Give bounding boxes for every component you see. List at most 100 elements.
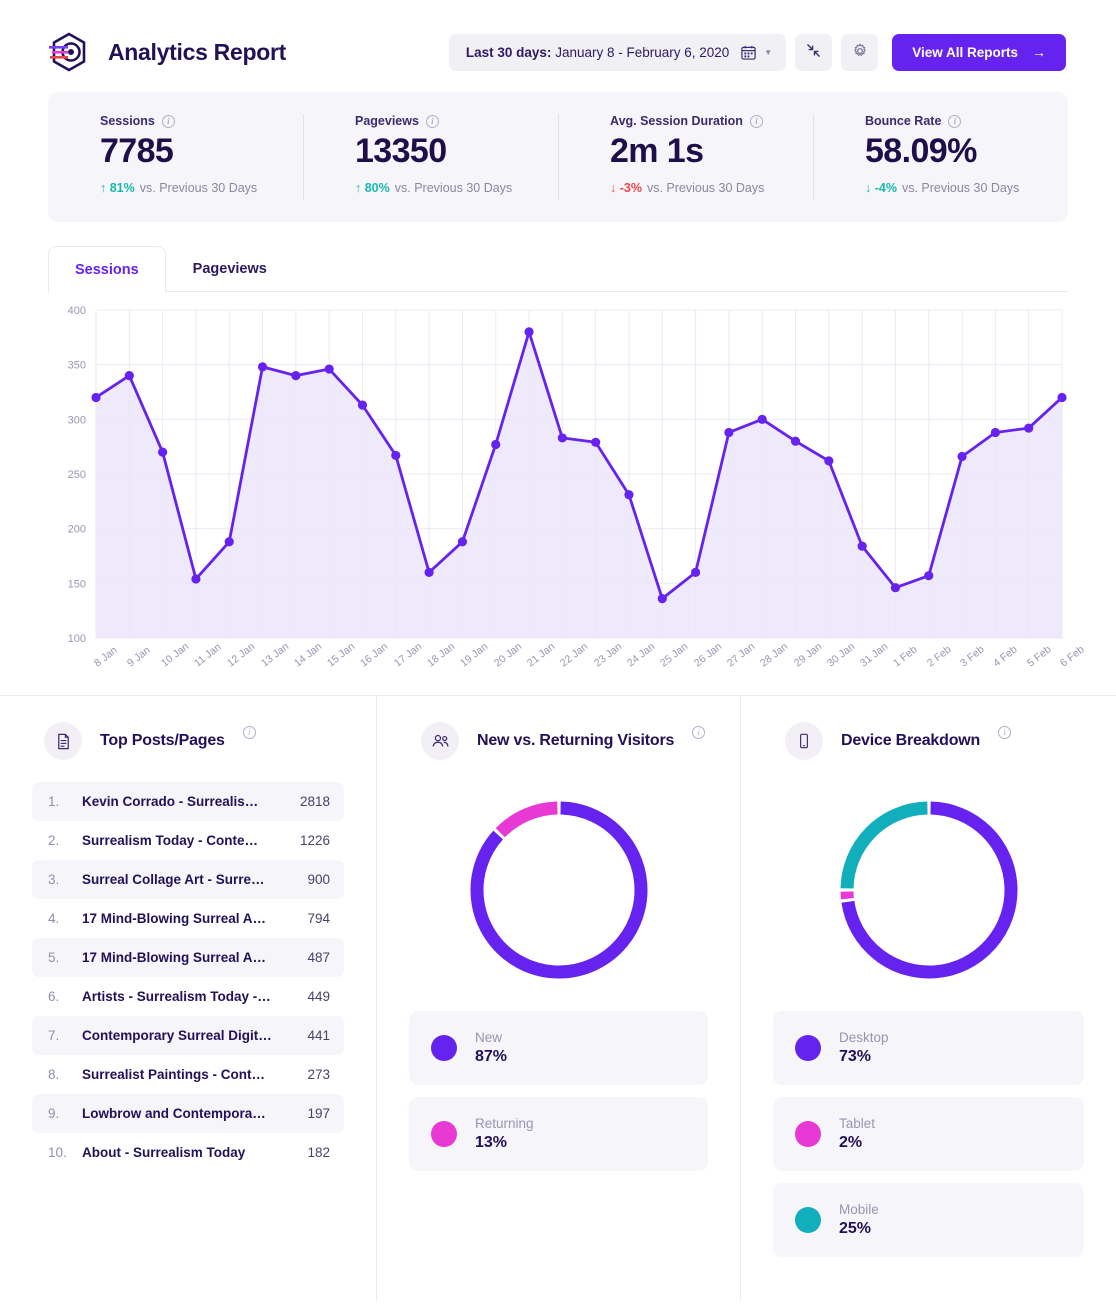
info-icon[interactable]: i (161, 114, 175, 128)
info-icon[interactable]: i (749, 114, 763, 128)
post-count: 197 (307, 1106, 330, 1121)
x-axis-labels: 8 Jan 9 Jan 10 Jan 11 Jan 12 Jan 13 Jan 14 Jan… (48, 641, 1087, 704)
svg-text:300: 300 (68, 414, 86, 426)
panel-title: Device Breakdown (841, 732, 981, 749)
post-title[interactable]: Surrealist Paintings - Cont… (82, 1067, 307, 1082)
post-title[interactable]: 17 Mind-Blowing Surreal A… (82, 950, 307, 965)
post-rank: 4. (48, 911, 60, 926)
stat-delta: ↑ 81% vs. Previous 30 Days (100, 181, 303, 195)
chevron-down-icon[interactable]: ▼ (764, 48, 772, 57)
tab-sessions[interactable]: Sessions (48, 246, 166, 292)
view-all-reports-label: View All Reports (912, 44, 1018, 60)
post-title[interactable]: Artists - Surrealism Today -… (82, 989, 307, 1004)
top-posts-list: 1. Kevin Corrado - Surrealis… 2818 2. Surrea… (32, 782, 344, 1172)
stat-compare-label: vs. Previous 30 Days (139, 181, 258, 195)
stat-label-text: Sessions (100, 114, 155, 128)
chart-tabs: Sessions Pageviews (48, 246, 1068, 292)
settings-button[interactable] (841, 33, 879, 71)
top-post-row[interactable]: 4. 17 Mind-Blowing Surreal A… 794 (32, 899, 344, 938)
gear-icon (852, 43, 868, 62)
visitors-donut-wrap (409, 782, 708, 997)
panel-header: Device Breakdown i (773, 722, 1084, 760)
legend-item: Tablet 2% (773, 1097, 1084, 1171)
sessions-chart-card: Sessions Pageviews 100 150 200 250 300 350 400… (48, 246, 1087, 687)
stat-delta-arrow: ↑ 81% (100, 181, 135, 195)
date-range-picker[interactable]: Last 30 days: January 8 - February 6, 20… (448, 33, 787, 71)
legend-label: Mobile (839, 1202, 879, 1217)
sessions-plot: 100 150 200 250 300 350 400 8 Jan 9 Jan 10 Jan 11… (48, 292, 1087, 687)
view-all-reports-button[interactable]: View All Reports → (892, 33, 1066, 71)
stat-card-pageviews: Pageviews i 13350 ↑ 80% vs. Previous 30 … (303, 92, 558, 222)
post-rank: 3. (48, 872, 60, 887)
page-title: Analytics Report (108, 38, 286, 65)
panel-title: Top Posts/Pages (100, 732, 225, 749)
legend-text: Mobile 25% (839, 1202, 879, 1238)
calendar-icon[interactable] (741, 45, 756, 60)
svg-text:150: 150 (68, 578, 86, 590)
stat-label: Avg. Session Duration i (610, 114, 813, 128)
stat-card-bounce-rate: Bounce Rate i 58.09% ↓ -4% vs. Previous … (813, 92, 1068, 222)
stat-value: 58.09% (865, 132, 977, 170)
top-post-row[interactable]: 1. Kevin Corrado - Surrealis… 2818 (32, 782, 344, 821)
legend-label: Returning (475, 1116, 534, 1131)
top-post-row[interactable]: 10. About - Surrealism Today 182 (32, 1133, 344, 1172)
donut-segment[interactable] (495, 801, 558, 837)
donut-segment[interactable] (840, 801, 928, 889)
legend-color-dot (431, 1035, 457, 1061)
legend-color-dot (795, 1035, 821, 1061)
stat-delta: ↓ -4% vs. Previous 30 Days (865, 181, 1068, 195)
analytics-report-page: Analytics Report Last 30 days: January 8… (0, 0, 1116, 1312)
post-rank: 8. (48, 1067, 60, 1082)
post-count: 182 (307, 1145, 330, 1160)
legend-label: Desktop (839, 1030, 889, 1045)
top-post-row[interactable]: 5. 17 Mind-Blowing Surreal A… 487 (32, 938, 344, 977)
legend-label: New (475, 1030, 503, 1045)
stat-compare-label: vs. Previous 30 Days (901, 181, 1020, 195)
post-title[interactable]: Surreal Collage Art - Surre… (82, 872, 307, 887)
info-icon[interactable]: i (998, 726, 1012, 739)
collapse-arrows-icon (806, 43, 821, 61)
stat-label: Sessions i (100, 114, 303, 128)
post-title[interactable]: Contemporary Surreal Digit… (82, 1028, 307, 1043)
info-icon[interactable]: i (948, 114, 962, 128)
users-icon (421, 722, 459, 760)
post-title[interactable]: 17 Mind-Blowing Surreal A… (82, 911, 307, 926)
stat-label-text: Pageviews (355, 114, 419, 128)
panel-header: New vs. Returning Visitors i (409, 722, 708, 760)
legend-item: New 87% (409, 1011, 708, 1085)
stat-value: 2m 1s (610, 132, 704, 170)
info-icon[interactable]: i (242, 726, 256, 739)
post-rank: 10. (48, 1145, 67, 1160)
stat-delta: ↑ 80% vs. Previous 30 Days (355, 181, 558, 195)
summary-stats: Sessions i 7785 ↑ 81% vs. Previous 30 Da… (48, 92, 1068, 222)
panel-header: Top Posts/Pages i (32, 722, 344, 760)
info-icon[interactable]: i (692, 726, 706, 739)
legend-text: Returning 13% (475, 1116, 534, 1152)
top-post-row[interactable]: 2. Surrealism Today - Conte… 1226 (32, 821, 344, 860)
visitors-panel: New vs. Returning Visitors i New 87% Retur… (376, 696, 740, 1300)
mobile-icon (785, 722, 823, 760)
top-post-row[interactable]: 8. Surrealist Paintings - Cont… 273 (32, 1055, 344, 1094)
post-title[interactable]: About - Surrealism Today (82, 1145, 307, 1160)
top-post-row[interactable]: 3. Surreal Collage Art - Surre… 900 (32, 860, 344, 899)
tab-pageviews[interactable]: Pageviews (166, 246, 294, 291)
collapse-arrows-button[interactable] (795, 33, 833, 71)
post-title[interactable]: Surrealism Today - Conte… (82, 833, 300, 848)
analytics-logo-icon (46, 29, 92, 75)
legend-color-dot (431, 1121, 457, 1147)
post-count: 900 (307, 872, 330, 887)
post-rank: 6. (48, 989, 60, 1004)
top-post-row[interactable]: 9. Lowbrow and Contempora… 197 (32, 1094, 344, 1133)
svg-text:200: 200 (68, 524, 86, 536)
top-post-row[interactable]: 7. Contemporary Surreal Digit… 441 (32, 1016, 344, 1055)
bottom-panels: Top Posts/Pages i 1. Kevin Corrado - Surr… (0, 695, 1116, 1300)
post-title[interactable]: Lowbrow and Contempora… (82, 1106, 307, 1121)
post-title[interactable]: Kevin Corrado - Surrealis… (82, 794, 300, 809)
legend-value: 13% (475, 1134, 508, 1151)
post-rank: 1. (48, 794, 60, 809)
stat-compare-label: vs. Previous 30 Days (394, 181, 513, 195)
top-post-row[interactable]: 6. Artists - Surrealism Today -… 449 (32, 977, 344, 1016)
devices-donut-wrap (773, 782, 1084, 997)
arrow-right-icon: → (1032, 44, 1046, 60)
info-icon[interactable]: i (425, 114, 439, 128)
